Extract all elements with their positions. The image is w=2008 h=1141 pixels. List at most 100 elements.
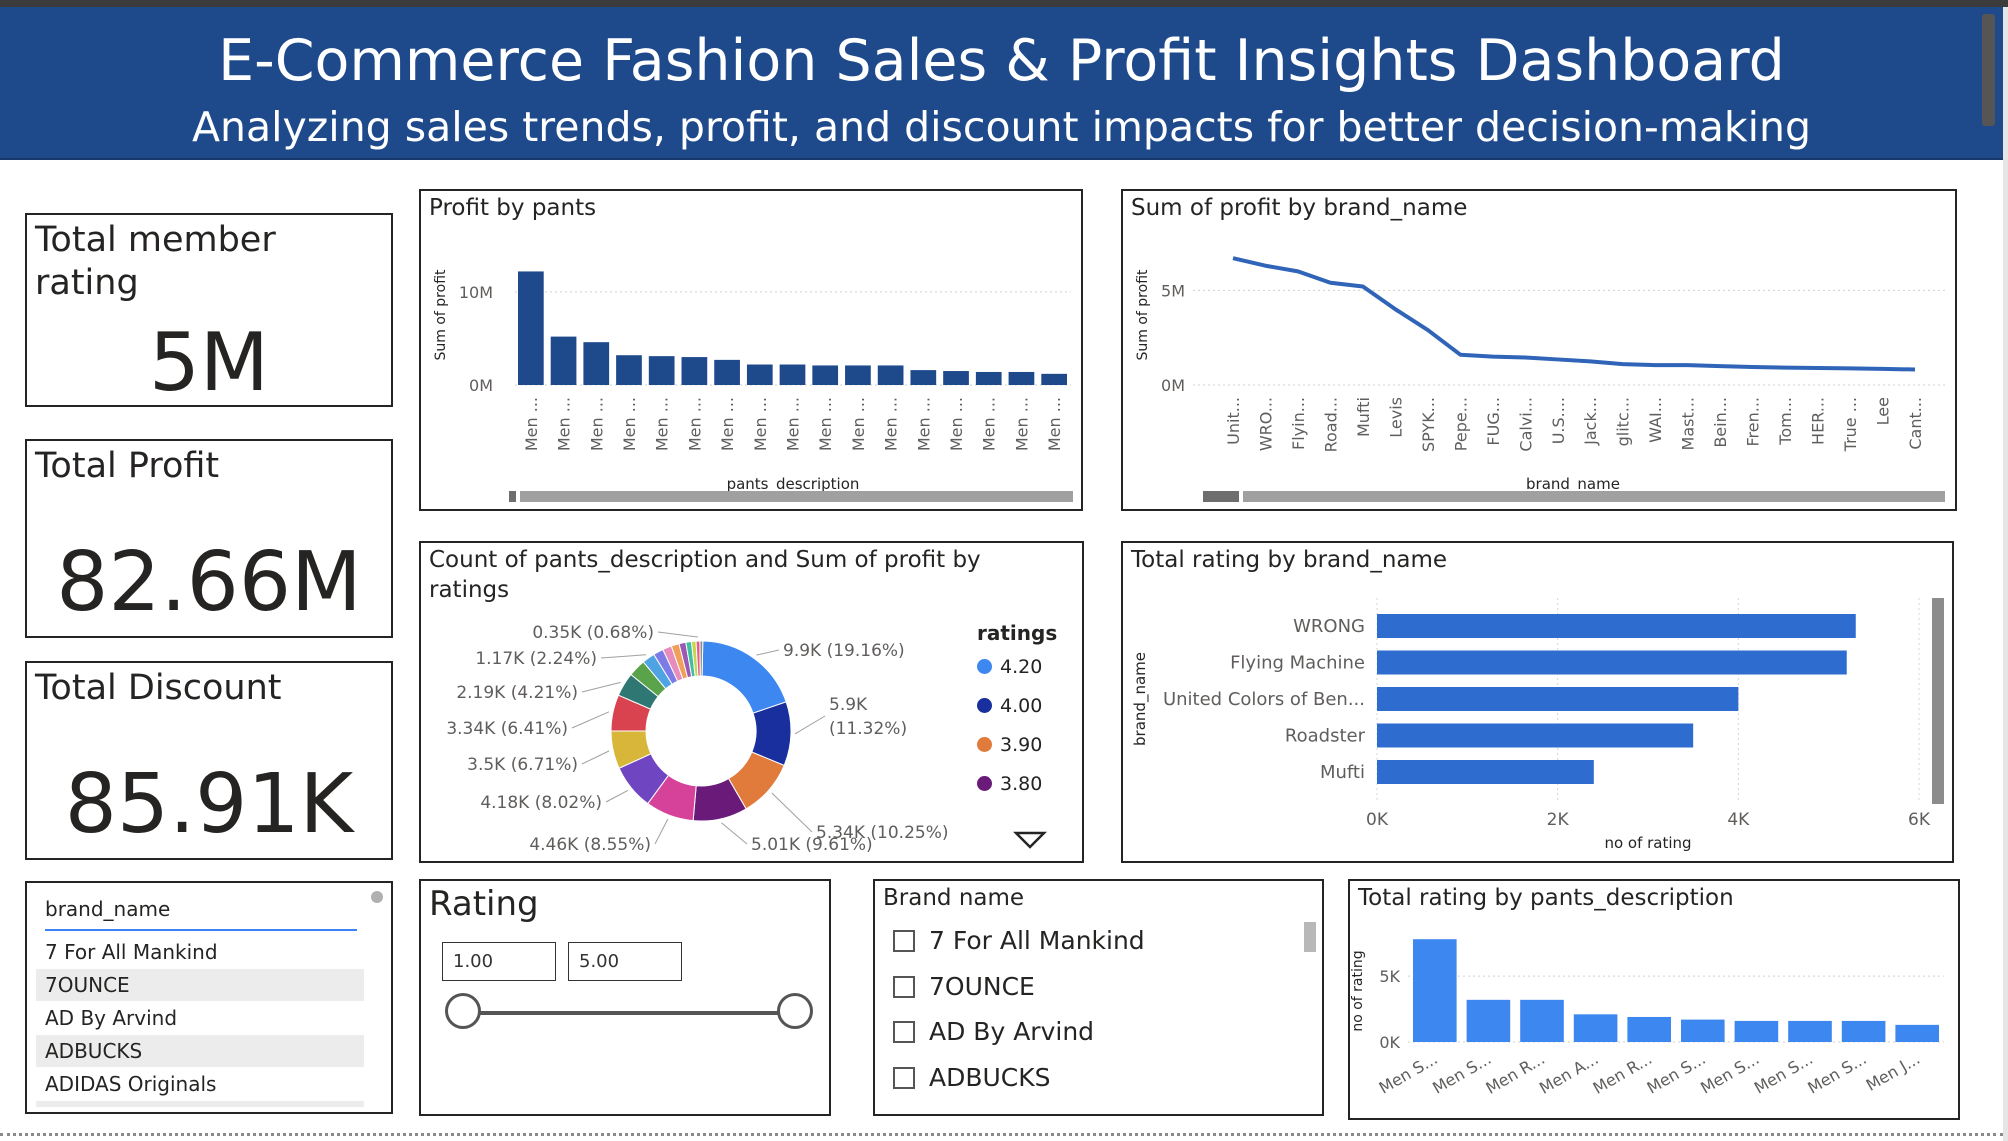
slice-label: 4.18K (8.02%) <box>480 793 602 813</box>
x-tick-label: 4K <box>1727 810 1750 830</box>
bar <box>1734 1020 1779 1042</box>
donut-slice <box>699 640 704 677</box>
chart-donut-ratings: Count of pants_description and Sum of pr… <box>419 541 1084 863</box>
rating-max-input[interactable]: 5.00 <box>568 942 682 981</box>
brand-checklist-scrollbar[interactable] <box>1304 922 1316 952</box>
checkbox[interactable] <box>893 1066 915 1089</box>
bar <box>1627 1016 1671 1042</box>
x-tick-label: Men S... <box>1376 1049 1441 1098</box>
brand-list-item[interactable]: AD By Arvind <box>36 1002 364 1034</box>
y-axis-label: Sum of profit <box>433 269 449 361</box>
x-tick-label: glitc... <box>1614 397 1633 446</box>
y-tick-label: 10M <box>459 283 493 302</box>
y-axis-label: Sum of profit <box>1135 269 1151 361</box>
checkbox[interactable] <box>893 975 915 998</box>
leader-line <box>756 649 780 656</box>
checkbox[interactable] <box>893 1021 915 1043</box>
dashboard-subtitle: Analyzing sales trends, profit, and disc… <box>191 103 1812 151</box>
scroll-track <box>520 491 1073 502</box>
legend-swatch <box>977 698 992 713</box>
slice-label: 5.9K <box>829 695 868 715</box>
brand-list-item[interactable]: 7OUNCE <box>36 969 364 1001</box>
scroll-track <box>1243 491 1945 502</box>
rating-slider-max-handle[interactable] <box>777 993 813 1029</box>
leader-line <box>721 822 748 845</box>
rating-min-input[interactable]: 1.00 <box>442 942 556 981</box>
legend-scroll-down-icon[interactable] <box>1013 830 1047 850</box>
rating-by-pants-svg: 0K5Kno of ratingMen S...Men S...Men R...… <box>1350 939 1944 1098</box>
brand-list-item[interactable]: ADIDAS Originals <box>36 1068 364 1100</box>
x-tick-label: SPYK... <box>1419 397 1438 452</box>
leader-line <box>600 654 647 659</box>
slice-label: 0.35K (0.68%) <box>532 623 654 643</box>
bar <box>1377 723 1694 748</box>
y-tick-label: 0K <box>1379 1033 1400 1052</box>
scroll-thumb <box>509 491 516 502</box>
checkbox[interactable] <box>893 930 915 952</box>
leader-line <box>654 818 669 845</box>
bar <box>714 359 740 385</box>
y-tick-label: United Colors of Ben... <box>1163 689 1365 710</box>
brand-checkbox-item[interactable]: 7 For All Mankind <box>893 924 1145 958</box>
profit-by-brand-svg: 0M 5M Sum of profit Unit... WRO... Flyin... Ro… <box>1135 256 1945 502</box>
bar <box>1520 999 1564 1042</box>
card-total-profit-label: Total Profit <box>35 446 220 486</box>
bar <box>910 370 937 385</box>
brand-list-item[interactable]: 7 For All Mankind <box>36 936 364 968</box>
y-tick-label: 0M <box>469 376 493 395</box>
bar <box>1466 999 1511 1042</box>
bar <box>616 355 642 385</box>
legend-item[interactable]: 3.90 <box>977 734 1042 756</box>
legend-item[interactable]: 4.00 <box>977 695 1042 717</box>
x-tick-label: FUG... <box>1484 397 1503 446</box>
x-tick-label: Cant... <box>1906 397 1925 450</box>
x-tick-label: Men ... <box>555 397 574 451</box>
card-member-rating-label: Total member rating <box>35 220 276 303</box>
x-tick-label: Men S... <box>1804 1049 1869 1098</box>
brand-checkbox-item[interactable]: 7OUNCE <box>893 970 1035 1004</box>
legend-item[interactable]: 4.20 <box>977 656 1042 678</box>
brand-checklist-title: Brand name <box>883 885 1025 911</box>
bar <box>1788 1020 1832 1042</box>
brand-checkbox-item[interactable]: AD By Arvind <box>893 1015 1094 1049</box>
bar <box>1377 687 1739 711</box>
series-line <box>1232 256 1916 372</box>
rating-by-brand-svg: 0K 2K 4K 6K no of rating brand_name WRONG Flyin… <box>1131 598 1931 852</box>
slice-label: 5.01K (9.61%) <box>751 835 873 855</box>
rating-slider-min-handle[interactable] <box>445 993 481 1029</box>
chart-profit-by-brand: Sum of profit by brand_name 0M 5M Sum of p… <box>1121 189 1957 511</box>
page-scrollbar[interactable] <box>1982 14 1995 126</box>
x-tick-label: Fren... <box>1744 397 1763 447</box>
leader-line <box>581 750 610 765</box>
y-tick-label: 5K <box>1379 967 1400 986</box>
slice-label: 3.34K (6.41%) <box>446 719 568 739</box>
x-tick-label: Jack... <box>1581 397 1600 446</box>
brand-list-header: brand_name <box>45 897 357 931</box>
brand-list-item[interactable]: ADBUCKS <box>36 1035 364 1067</box>
bar <box>1377 650 1847 675</box>
bar <box>681 357 708 385</box>
brand-checkbox-item[interactable]: ADBUCKS <box>893 1061 1051 1095</box>
x-tick-label: True ... <box>1841 397 1860 452</box>
x-tick-label: Men S... <box>1644 1049 1709 1098</box>
bar <box>1377 614 1856 638</box>
bar <box>550 336 577 385</box>
bar <box>583 342 610 385</box>
y-axis-label: brand_name <box>1131 652 1150 746</box>
brand-list-scroll-dot[interactable] <box>371 891 383 903</box>
bar <box>1573 1014 1618 1042</box>
x-tick-label: U.S.... <box>1549 397 1568 444</box>
x-tick-label: Calvi... <box>1516 397 1535 452</box>
x-tick-label: HER... <box>1809 397 1828 445</box>
legend-scroll-down-arrow <box>1013 831 1047 849</box>
checkbox-label: ADBUCKS <box>929 1062 1051 1092</box>
brand-list-scroll-edge <box>36 1101 364 1107</box>
x-tick-label: Men ... <box>784 397 803 451</box>
legend-item[interactable]: 3.80 <box>977 773 1042 795</box>
x-tick-label: Men A... <box>1536 1049 1602 1098</box>
chart-scrollbar[interactable] <box>1932 598 1944 804</box>
leader-line <box>581 681 621 693</box>
x-tick-label: WAI... <box>1646 397 1665 443</box>
bar <box>845 365 871 385</box>
x-tick-label: Men ... <box>816 397 835 451</box>
